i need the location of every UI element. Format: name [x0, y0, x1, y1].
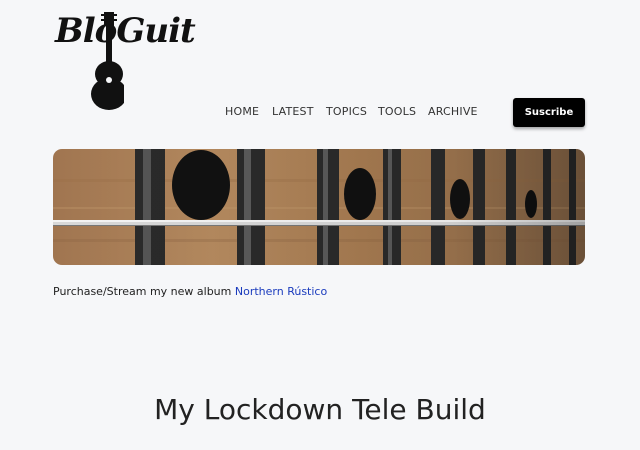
page: BloGuit HOME LATEST TOPICS TOOLS ARCHIVE… — [0, 0, 640, 450]
nav-item-latest[interactable]: LATEST — [272, 105, 314, 118]
nav-item-topics[interactable]: TOPICS — [326, 105, 367, 118]
hero-image — [53, 149, 585, 265]
nav-item-home[interactable]: HOME — [225, 105, 259, 118]
site-logo[interactable]: BloGuit — [52, 8, 197, 112]
logo-text: BloGuit — [55, 11, 196, 51]
nav-item-tools[interactable]: TOOLS — [378, 105, 416, 118]
subscribe-button[interactable]: Suscribe — [513, 98, 585, 127]
album-promo: Purchase/Stream my new album Northern Rú… — [53, 285, 327, 298]
post-title: My Lockdown Tele Build — [154, 393, 486, 426]
album-promo-text: Purchase/Stream my new album — [53, 285, 232, 298]
fretboard-illustration — [53, 149, 585, 265]
nav-item-archive[interactable]: ARCHIVE — [428, 105, 478, 118]
album-link[interactable]: Northern Rústico — [235, 285, 327, 298]
